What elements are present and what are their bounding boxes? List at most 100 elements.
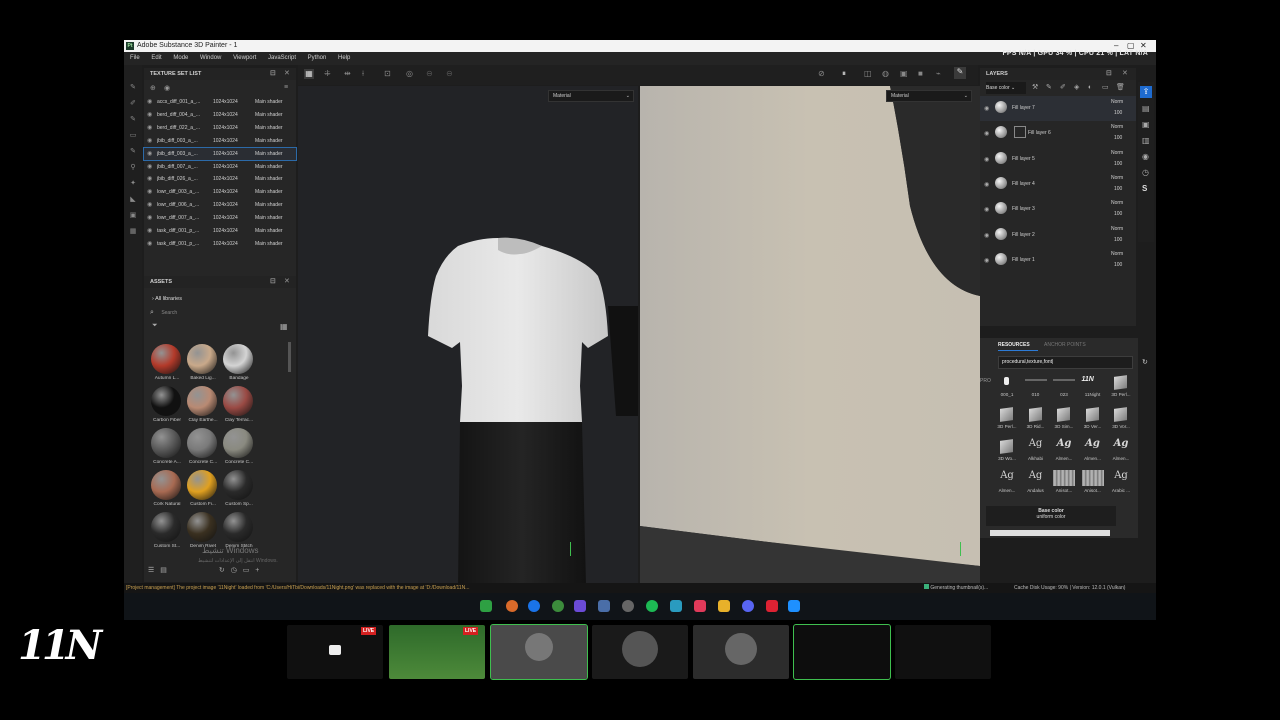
tab-resources[interactable]: RESOURCES bbox=[998, 340, 1038, 351]
menu-window[interactable]: Window bbox=[200, 55, 221, 61]
eye-icon[interactable]: ◉ bbox=[984, 156, 989, 163]
xbox-taskbar-icon[interactable] bbox=[552, 600, 564, 612]
layer-row[interactable]: ◉ Fill layer 5 Norm 100 bbox=[980, 147, 1136, 172]
blend-mode[interactable]: Norm bbox=[1111, 150, 1123, 156]
asset-item[interactable]: Baked Lig... bbox=[184, 344, 222, 384]
menu-javascript[interactable]: JavaScript bbox=[268, 55, 296, 61]
grid-view-icon[interactable]: ▦ bbox=[280, 322, 288, 331]
scene-tile-5[interactable] bbox=[693, 625, 789, 679]
undock-icon[interactable]: ⊟ bbox=[270, 276, 276, 288]
resource-item[interactable]: 3D Vor... bbox=[1108, 406, 1134, 432]
media-taskbar-icon[interactable] bbox=[574, 600, 586, 612]
menu-python[interactable]: Python bbox=[308, 55, 327, 61]
geometry-mask-icon[interactable]: ▭ bbox=[129, 132, 137, 139]
library-breadcrumb[interactable]: › All libraries bbox=[152, 296, 182, 302]
clone-icon[interactable]: ⚲ bbox=[129, 164, 137, 171]
uv-view[interactable] bbox=[640, 86, 980, 584]
camera-icon[interactable]: ◎ bbox=[406, 69, 413, 78]
eye-icon[interactable]: ◉ bbox=[147, 96, 152, 108]
wrench-icon[interactable]: ⚒ bbox=[1032, 82, 1038, 94]
eye-icon[interactable]: ◉ bbox=[984, 105, 989, 112]
resource-item[interactable]: 3D Sim... bbox=[1051, 406, 1077, 432]
resource-item[interactable]: Ag Andalus bbox=[1023, 470, 1049, 496]
link-icon[interactable]: ⊖ bbox=[426, 69, 433, 78]
layer-opacity[interactable]: 100 bbox=[1114, 135, 1122, 141]
character-model[interactable] bbox=[298, 86, 638, 584]
channel-dropdown[interactable]: Base color ⌄ bbox=[986, 82, 1026, 94]
eye-icon[interactable]: ◉ bbox=[147, 186, 152, 198]
layer-opacity[interactable]: 100 bbox=[1114, 262, 1122, 268]
viewport-3d[interactable]: Material ⌄ bbox=[298, 86, 638, 584]
resource-item[interactable]: 3D Perl... bbox=[994, 406, 1020, 432]
scene-tile-4[interactable] bbox=[592, 625, 688, 679]
menu-viewport[interactable]: Viewport bbox=[233, 55, 256, 61]
texture-set-row[interactable]: ◉ jbib_diff_026_a_... 1024x1024 Main shader bbox=[144, 173, 296, 185]
layer-opacity[interactable]: 100 bbox=[1114, 110, 1122, 116]
export-icon[interactable]: ⇪ bbox=[1140, 86, 1152, 98]
delete-layer-icon[interactable]: 🗑 bbox=[1116, 82, 1125, 94]
eye-icon[interactable]: ◉ bbox=[147, 212, 152, 224]
layer-row[interactable]: ◉ Fill layer 7 Norm 100 bbox=[980, 96, 1136, 121]
layer-opacity[interactable]: 100 bbox=[1114, 211, 1122, 217]
resource-item[interactable]: 010 bbox=[1023, 374, 1049, 400]
blend-mode[interactable]: Norm bbox=[1111, 124, 1123, 130]
menu-help[interactable]: Help bbox=[338, 55, 350, 61]
texture-set-row[interactable]: ◉ task_diff_001_p_... 1024x1024 Main shader bbox=[144, 225, 296, 237]
brave-taskbar-icon[interactable] bbox=[766, 600, 778, 612]
eye-icon[interactable]: ◉ bbox=[147, 135, 152, 147]
substance-icon[interactable]: S bbox=[1142, 184, 1147, 193]
layer-row[interactable]: ◉ Fill layer 2 Norm 100 bbox=[980, 223, 1136, 248]
resource-item[interactable]: 11N 11Night bbox=[1080, 374, 1106, 400]
grid-icon[interactable]: ▦ bbox=[304, 69, 314, 79]
close-panel-icon[interactable]: ✕ bbox=[284, 68, 290, 80]
texture-set-row[interactable]: ◉ accs_diff_001_a_... 1024x1024 Main shader bbox=[144, 96, 296, 108]
polygon-fill-icon[interactable]: ◣ bbox=[129, 196, 137, 203]
blend-mode[interactable]: Norm bbox=[1111, 200, 1123, 206]
filter-icon[interactable]: ⏷ bbox=[152, 322, 158, 330]
menu-edit[interactable]: Edit bbox=[151, 55, 161, 61]
resource-item[interactable]: Ag Alkhabi bbox=[1023, 438, 1049, 464]
app-taskbar-icon[interactable] bbox=[670, 600, 682, 612]
eye-icon[interactable]: ◉ bbox=[147, 148, 152, 160]
menu-icon[interactable]: ≡ bbox=[284, 84, 288, 91]
resource-item[interactable]: 3D Ver... bbox=[1080, 406, 1106, 432]
search-field[interactable]: ⌕ Search bbox=[150, 308, 270, 318]
eye-icon[interactable]: ◉ bbox=[984, 181, 989, 188]
settings-taskbar-icon[interactable] bbox=[622, 600, 634, 612]
resource-search-input[interactable]: procedural,texture,font| bbox=[998, 356, 1133, 369]
hide-icon[interactable]: ⊘ bbox=[818, 69, 825, 78]
layer-opacity[interactable]: 100 bbox=[1114, 237, 1122, 243]
blend-mode[interactable]: Norm bbox=[1111, 226, 1123, 232]
resource-item[interactable]: 3D Rid... bbox=[1023, 406, 1049, 432]
move-icon[interactable]: ⁜ bbox=[324, 69, 331, 78]
eye-icon[interactable]: ◉ bbox=[147, 161, 152, 173]
resource-item[interactable]: 3D Wo... bbox=[994, 438, 1020, 464]
spotify-taskbar-icon[interactable] bbox=[646, 600, 658, 612]
asset-item[interactable]: Clay Earthe... bbox=[184, 386, 222, 426]
adobe-taskbar-icon[interactable] bbox=[694, 600, 706, 612]
eye-icon[interactable]: ◉ bbox=[147, 225, 152, 237]
shader-icon[interactable]: ⌁ bbox=[936, 69, 941, 78]
texture-set-row[interactable]: ◉ task_diff_001_p_... 1024x1024 Main shader bbox=[144, 238, 296, 250]
folder-icon[interactable]: ▭ bbox=[243, 567, 250, 574]
asset-item[interactable]: Custom St... bbox=[148, 512, 186, 552]
settings-icon[interactable]: ⊕ bbox=[150, 84, 156, 92]
paint-brush-icon[interactable]: ✎ bbox=[129, 84, 137, 91]
texture-set-row[interactable]: ◉ lowr_diff_003_a_... 1024x1024 Main shader bbox=[144, 186, 296, 198]
asset-item[interactable]: Autumn L... bbox=[148, 344, 186, 384]
layer-row[interactable]: ◉ Fill layer 4 Norm 100 bbox=[980, 172, 1136, 197]
brush-icon[interactable]: ✎ bbox=[1046, 82, 1052, 94]
paint-mode-icon[interactable]: ✎ bbox=[954, 67, 966, 79]
asset-item[interactable]: Concrete C... bbox=[220, 428, 258, 468]
firefox-taskbar-icon[interactable] bbox=[506, 600, 518, 612]
scrollbar[interactable] bbox=[288, 342, 291, 372]
menu-mode[interactable]: Mode bbox=[173, 55, 188, 61]
painter-taskbar-icon[interactable] bbox=[480, 600, 492, 612]
add-mask-icon[interactable]: ◐ bbox=[1088, 82, 1092, 94]
asset-item[interactable]: Clay Terrac... bbox=[220, 386, 258, 426]
properties-icon[interactable]: ▣ bbox=[1142, 120, 1150, 129]
eye-icon[interactable]: ◉ bbox=[147, 122, 152, 134]
blend-mode[interactable]: Norm bbox=[1111, 175, 1123, 181]
resource-item[interactable]: 3D Perl... bbox=[1108, 374, 1134, 400]
texture-set-row[interactable]: ◉ lowr_diff_007_a_... 1024x1024 Main shader bbox=[144, 212, 296, 224]
